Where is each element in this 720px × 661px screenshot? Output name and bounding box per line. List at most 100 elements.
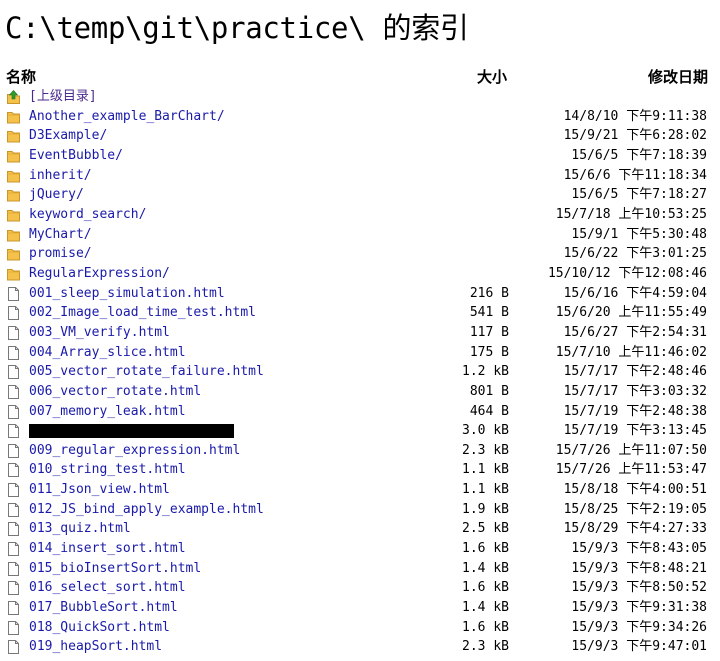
modified-date: 15/9/3 下午8:48:21 (571, 560, 707, 576)
folder-link[interactable]: keyword_search/ (29, 205, 146, 225)
table-row: 009_regular_expression.html 2.3 kB 15/7/26… (0, 441, 720, 461)
redacted-filename (29, 424, 234, 439)
modified-date: 15/9/3 下午9:47:01 (571, 639, 707, 655)
file-link[interactable]: 007_memory_leak.html (29, 402, 186, 422)
file-link[interactable]: 015_bioInsertSort.html (29, 559, 201, 579)
file-link[interactable]: 005_vector_rotate_failure.html (29, 362, 264, 382)
file-link[interactable]: 009_regular_expression.html (29, 441, 240, 461)
modified-date: 15/9/21 下午6:28:02 (563, 128, 707, 144)
modified-date: 15/9/3 下午9:34:26 (571, 619, 707, 635)
modified-date: 15/9/3 下午8:43:05 (571, 541, 707, 557)
folder-link[interactable]: EventBubble/ (29, 146, 123, 166)
folder-link[interactable]: MyChart/ (29, 225, 92, 245)
file-size: 464 B (469, 403, 509, 419)
table-row: 017_BubbleSort.html 1.4 kB 15/9/3 下午9:31:3… (0, 598, 720, 618)
file-icon (7, 561, 20, 576)
file-icon (7, 581, 20, 596)
table-row: 001_sleep_simulation.html 216 B 15/6/16 下午… (0, 284, 720, 304)
file-size: 1.4 kB (462, 600, 509, 616)
modified-date: 15/6/5 下午7:18:27 (571, 187, 707, 203)
modified-date: 15/7/17 下午3:03:32 (563, 383, 707, 399)
column-header-date[interactable]: 修改日期 (648, 66, 708, 86)
file-icon (7, 365, 20, 380)
file-link[interactable]: 010_string_test.html (29, 460, 186, 480)
file-icon (7, 286, 20, 301)
folder-icon (7, 129, 20, 143)
file-link[interactable]: 014_insert_sort.html (29, 539, 186, 559)
column-header-name[interactable]: 名称 (6, 66, 36, 86)
table-row: EventBubble/15/6/5 下午7:18:39 (0, 146, 720, 166)
file-icon (7, 443, 20, 458)
file-link[interactable]: 003_VM_verify.html (29, 323, 170, 343)
folder-link[interactable]: inherit/ (29, 166, 92, 186)
folder-link[interactable]: D3Example/ (29, 126, 107, 146)
file-size: 2.3 kB (462, 442, 509, 458)
file-icon (7, 384, 20, 399)
file-size: 2.3 kB (462, 639, 509, 655)
folder-icon (7, 228, 20, 242)
modified-date: 14/8/10 下午9:11:38 (563, 108, 707, 124)
folder-link[interactable]: RegularExpression/ (29, 264, 170, 284)
file-icon (7, 522, 20, 537)
file-link[interactable]: 011_Json_view.html (29, 480, 170, 500)
folder-icon (7, 247, 20, 261)
file-size: 1.2 kB (462, 364, 509, 380)
table-row: 007_memory_leak.html 464 B 15/7/19 下午2:48:… (0, 402, 720, 422)
file-icon (7, 306, 20, 321)
modified-date: 15/6/6 下午11:18:34 (563, 167, 707, 183)
file-size: 1.1 kB (462, 462, 509, 478)
file-link[interactable]: 006_vector_rotate.html (29, 382, 201, 402)
modified-date: 15/7/26 上午11:07:50 (555, 442, 707, 458)
file-icon (7, 404, 20, 419)
table-row: 014_insert_sort.html 1.6 kB 15/9/3 下午8:43:… (0, 539, 720, 559)
folder-icon (7, 267, 20, 281)
table-row: 005_vector_rotate_failure.html 1.2 kB 15/7… (0, 362, 720, 382)
file-link[interactable]: 017_BubbleSort.html (29, 598, 178, 618)
file-size: 1.6 kB (462, 619, 509, 635)
modified-date: 15/7/18 上午10:53:25 (555, 206, 707, 222)
folder-icon (7, 169, 20, 183)
file-link[interactable]: 012_JS_bind_apply_example.html (29, 500, 264, 520)
modified-date: 15/7/19 下午3:13:45 (563, 423, 707, 439)
table-row: 015_bioInsertSort.html 1.4 kB 15/9/3 下午8:4… (0, 559, 720, 579)
folder-link[interactable]: jQuery/ (29, 185, 84, 205)
file-link[interactable]: 004_Array_slice.html (29, 343, 186, 363)
file-size: 1.9 kB (462, 501, 509, 517)
table-row: 006_vector_rotate.html 801 B 15/7/17 下午3:0… (0, 382, 720, 402)
file-icon (7, 542, 20, 557)
table-row: 013_quiz.html 2.5 kB 15/8/29 下午4:27:33 (0, 519, 720, 539)
column-header-size[interactable]: 大小 (477, 66, 507, 86)
modified-date: 15/6/20 上午11:55:49 (555, 305, 707, 321)
modified-date: 15/6/5 下午7:18:39 (571, 147, 707, 163)
file-size: 541 B (469, 305, 509, 321)
modified-date: 15/8/18 下午4:00:51 (563, 482, 707, 498)
file-size: 1.6 kB (462, 541, 509, 557)
table-row: 010_string_test.html 1.1 kB 15/7/26 上午11:5… (0, 460, 720, 480)
file-link[interactable]: 016_select_sort.html (29, 578, 186, 598)
modified-date: 15/8/29 下午4:27:33 (563, 521, 707, 537)
parent-directory-link[interactable]: [上级目录] (29, 87, 97, 107)
table-row: 018_QuickSort.html 1.6 kB 15/9/3 下午9:34:26 (0, 618, 720, 638)
page-title: C:\temp\git\practice\ 的索引 (5, 11, 469, 45)
file-link[interactable]: 018_QuickSort.html (29, 618, 170, 638)
file-link[interactable]: 013_quiz.html (29, 519, 131, 539)
folder-link[interactable]: promise/ (29, 244, 92, 264)
modified-date: 15/9/3 下午9:31:38 (571, 600, 707, 616)
modified-date: 15/6/16 下午4:59:04 (563, 285, 707, 301)
folder-link[interactable]: Another_example_BarChart/ (29, 107, 225, 127)
file-icon (7, 640, 20, 655)
table-row: Another_example_BarChart/14/8/10 下午9:11:… (0, 107, 720, 127)
modified-date: 15/7/19 下午2:48:38 (563, 403, 707, 419)
file-size: 175 B (469, 344, 509, 360)
file-size: 1.4 kB (462, 560, 509, 576)
file-size: 117 B (469, 324, 509, 340)
file-link[interactable]: 019_heapSort.html (29, 637, 162, 657)
table-row: 016_select_sort.html 1.6 kB 15/9/3 下午8:50:… (0, 578, 720, 598)
file-link[interactable]: 001_sleep_simulation.html (29, 284, 225, 304)
file-link[interactable]: 002_Image_load_time_test.html (29, 303, 256, 323)
modified-date: 15/8/25 下午2:19:05 (563, 501, 707, 517)
folder-icon (7, 188, 20, 202)
file-icon (7, 620, 20, 635)
file-size: 2.5 kB (462, 521, 509, 537)
modified-date: 15/6/27 下午2:54:31 (563, 324, 707, 340)
